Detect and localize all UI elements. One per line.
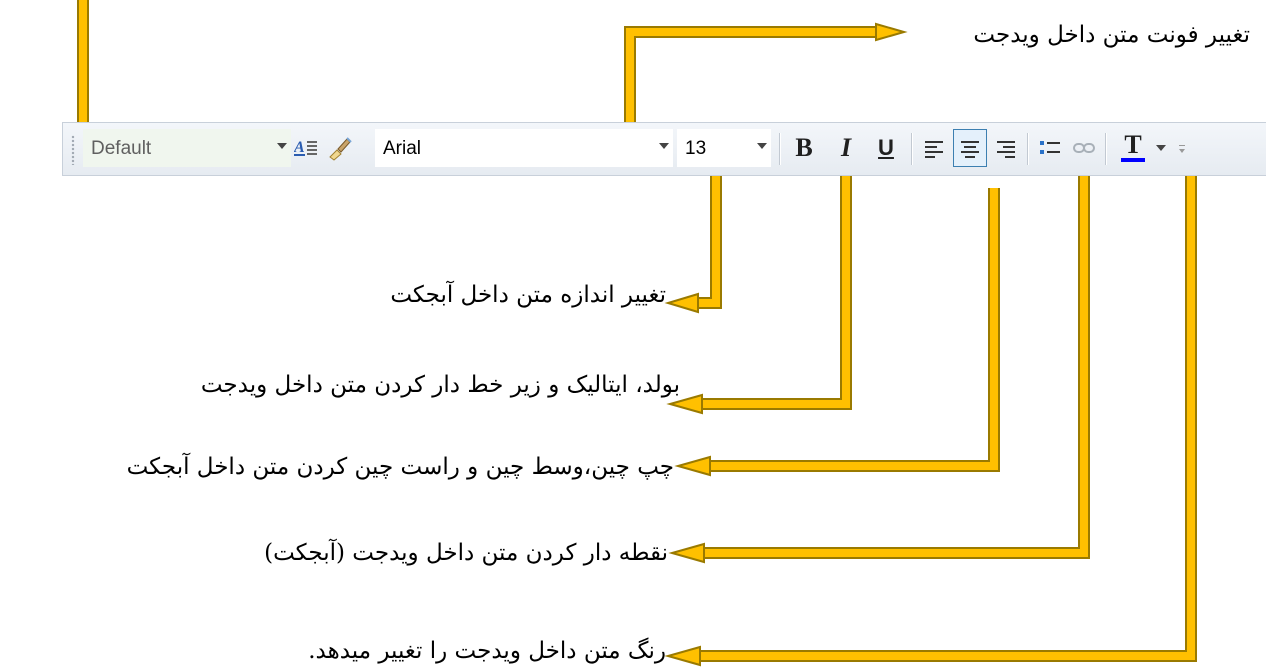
font-family-select[interactable]: Arial <box>375 129 673 167</box>
bullet-list-icon <box>1040 141 1060 154</box>
text-formatting-toolbar: Default A Arial 13 B I U T <box>62 122 1266 176</box>
chevron-down-icon[interactable] <box>277 143 287 149</box>
text-color-label: T <box>1124 130 1142 159</box>
annotation-bullet: نقطه دار کردن متن داخل ویدجت (آبجکت) <box>264 540 668 566</box>
align-center-icon <box>961 141 979 158</box>
bold-button[interactable]: B <box>787 129 821 167</box>
underline-button[interactable]: U <box>869 129 903 167</box>
link-icon <box>1073 143 1095 153</box>
style-select[interactable]: Default <box>83 129 291 167</box>
chevron-down-icon[interactable] <box>757 143 767 149</box>
align-left-icon <box>925 141 943 158</box>
link-button[interactable] <box>1067 129 1101 167</box>
bullet-list-button[interactable] <box>1033 129 1067 167</box>
chevron-down-icon <box>1156 145 1166 151</box>
toolbar-grip-icon[interactable] <box>71 135 75 165</box>
align-left-button[interactable] <box>917 129 951 167</box>
text-color-button[interactable]: T <box>1111 129 1155 167</box>
toolbar-options-icon <box>1179 145 1185 153</box>
bold-label: B <box>795 133 813 162</box>
italic-label: I <box>840 133 852 162</box>
style-value: Default <box>91 138 152 159</box>
toolbar-separator <box>779 133 780 165</box>
toolbar-separator <box>1105 133 1106 165</box>
annotation-align: چپ چین،وسط چین و راست چین کردن متن داخل … <box>126 454 674 480</box>
text-style-icon: A <box>294 139 317 156</box>
annotation-arrows <box>77 0 1197 667</box>
text-color-icon: T <box>1121 130 1145 162</box>
text-color-dropdown[interactable] <box>1153 129 1169 167</box>
annotation-style: بولد، ایتالیک و زیر خط دار کردن متن داخل… <box>200 372 680 398</box>
font-size-value: 13 <box>685 138 707 159</box>
underline-label: U <box>878 135 894 160</box>
svg-text:A: A <box>294 139 305 156</box>
toolbar-separator <box>1027 133 1028 165</box>
format-painter-icon <box>329 137 352 161</box>
align-right-icon <box>997 141 1015 158</box>
toolbar-options-button[interactable] <box>1173 129 1191 167</box>
italic-button[interactable]: I <box>829 129 863 167</box>
font-value: Arial <box>383 138 422 159</box>
format-painter-button[interactable] <box>323 129 357 167</box>
annotation-font: تغییر فونت متن داخل ویدجت <box>973 22 1250 48</box>
align-right-button[interactable] <box>989 129 1023 167</box>
font-size-select[interactable]: 13 <box>677 129 771 167</box>
text-style-button[interactable]: A <box>289 129 323 167</box>
annotation-color: رنگ متن داخل ویدجت را تغییر میدهد. <box>308 638 666 664</box>
annotation-size: تغییر اندازه متن داخل آبجکت <box>390 282 666 308</box>
toolbar-separator <box>911 133 912 165</box>
text-color-swatch <box>1121 158 1145 162</box>
align-center-button[interactable] <box>953 129 987 167</box>
chevron-down-icon[interactable] <box>659 143 669 149</box>
